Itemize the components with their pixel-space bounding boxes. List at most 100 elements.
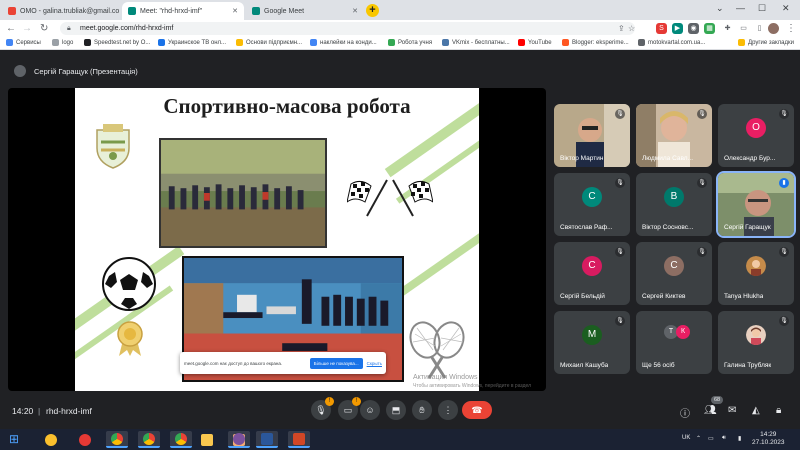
participant-tile[interactable]: В 🎙︎ Віктор Сосновс...: [636, 173, 712, 236]
cast-icon[interactable]: ▭: [738, 23, 749, 34]
bookmark-item[interactable]: наклейки на конди...: [310, 39, 377, 46]
more-options-button[interactable]: ⋮: [438, 400, 458, 420]
vk-icon: [442, 39, 449, 46]
bookmark-item[interactable]: YouTube: [518, 39, 552, 46]
participant-initial: О: [746, 118, 766, 138]
bookmark-item[interactable]: Основи підприємн...: [236, 39, 302, 46]
participant-tile[interactable]: С 🎙︎ Святослав Раф...: [554, 173, 630, 236]
muted-mic-icon: 🎙︎: [615, 109, 625, 119]
volume-icon[interactable]: 🔊︎: [722, 435, 726, 442]
bookmark-item[interactable]: motokvartal.com.ua...: [638, 39, 705, 46]
participant-tile[interactable]: 🎙︎ Людмила Савл...: [636, 104, 712, 167]
participant-tile[interactable]: 🎙︎ Віктор Мартин: [554, 104, 630, 167]
tray-arrow-icon[interactable]: ⌃: [696, 435, 701, 442]
lock-icon[interactable]: 🔒︎: [67, 22, 71, 35]
warning-badge-icon: !: [352, 397, 361, 406]
maximize-icon[interactable]: ☐: [758, 3, 766, 14]
present-screen-button[interactable]: ⬒: [386, 400, 406, 420]
participant-tile[interactable]: О 🎙︎ Олександр Бур...: [718, 104, 794, 167]
taskbar-app-explorer[interactable]: [196, 431, 218, 448]
host-controls-icon[interactable]: 🔒︎: [776, 405, 781, 416]
close-icon[interactable]: ✕: [228, 7, 238, 15]
taskbar-app-arrows[interactable]: [74, 431, 96, 448]
participant-tile[interactable]: М 🎙︎ Михаил Кашуба: [554, 311, 630, 374]
close-window-icon[interactable]: ✕: [782, 3, 790, 14]
tab-google-meet[interactable]: Google Meet ✕: [246, 2, 364, 20]
tab-gmail[interactable]: OMO - galina.trubliak@gmail.co ✕: [2, 2, 120, 20]
taskbar-app-chrome[interactable]: [170, 431, 192, 448]
windows-start-icon[interactable]: ⊞: [2, 431, 26, 448]
extension-meet-icon[interactable]: ▶: [672, 23, 683, 34]
taskbar-app-powerpoint[interactable]: [288, 431, 310, 448]
extension-adblock-icon[interactable]: S: [656, 23, 667, 34]
globe-icon: [52, 39, 59, 46]
bookmark-other[interactable]: Другие закладки: [738, 39, 794, 46]
participant-name: Сергій Гаращук: [724, 224, 771, 231]
people-icon[interactable]: 👥︎: [704, 405, 717, 416]
more-participants-label: Ще 56 осіб: [642, 362, 675, 369]
close-icon[interactable]: ✕: [119, 7, 120, 15]
profile-avatar[interactable]: [768, 23, 779, 34]
meet-control-bar: 14:20 | rhd-hrxd-imf 🎙︎! ▭! ☺ ⬒ ✋︎ ⋮ ☎︎ …: [0, 393, 800, 429]
screen-share-notice: meet.google.com нає доступ до вашого екр…: [180, 352, 386, 374]
bookmark-item[interactable]: Speedtest.net by O...: [84, 39, 150, 46]
bookmark-item[interactable]: logo: [52, 39, 73, 46]
raise-hand-button[interactable]: ✋︎: [412, 400, 432, 420]
puzzle-icon[interactable]: ✚: [722, 23, 733, 34]
participant-name: Михаил Кашуба: [560, 362, 609, 369]
bookmark-item[interactable]: Украинское ТВ онл...: [158, 39, 226, 46]
language-indicator[interactable]: UK: [682, 435, 690, 441]
taskbar-clock[interactable]: 14:29 27.10.2023: [752, 431, 785, 447]
extension-icon[interactable]: ◉: [688, 23, 699, 34]
emoji-reactions-button[interactable]: ☺: [360, 400, 380, 420]
chat-icon[interactable]: ✉︎: [728, 405, 736, 416]
browser-toolbar: ← → ↻ 🔒︎ meet.google.com/rhd-hrxd-imf ⇪ …: [0, 20, 800, 37]
address-bar[interactable]: 🔒︎ meet.google.com/rhd-hrxd-imf: [60, 22, 635, 35]
participant-tile[interactable]: С 🎙︎ Сергей Киктев: [636, 242, 712, 305]
participant-tile[interactable]: 🎙︎ Галина Трубляк: [718, 311, 794, 374]
share-notice-text: meet.google.com нає доступ до вашого екр…: [184, 360, 283, 366]
stop-share-button[interactable]: Скрыть: [367, 361, 382, 366]
new-tab-button[interactable]: +: [366, 4, 379, 17]
back-icon[interactable]: ←: [6, 22, 16, 35]
close-icon[interactable]: ✕: [348, 7, 358, 15]
microphone-button[interactable]: 🎙︎!: [311, 397, 334, 420]
taskbar-app-chrome[interactable]: [106, 431, 128, 448]
network-icon[interactable]: ▭: [708, 435, 714, 442]
hide-notice-button[interactable]: Більше не показува...: [309, 357, 363, 369]
participant-tile[interactable]: С 🎙︎ Сергій Бельдій: [554, 242, 630, 305]
share-icon[interactable]: ⇪: [618, 22, 625, 35]
meeting-info-icon[interactable]: ⓘ: [680, 405, 690, 420]
checkered-flags-icon: [347, 179, 433, 217]
taskbar-app-word[interactable]: [256, 431, 278, 448]
participant-tile[interactable]: 🎙︎ Tanya Hlukha: [718, 242, 794, 305]
presentation-stage[interactable]: Спортивно-масова робота meet.google.com …: [8, 88, 546, 391]
bookmark-item[interactable]: Blogger: eksperime...: [562, 39, 629, 46]
forward-icon[interactable]: →: [22, 22, 32, 35]
participant-tile-speaking[interactable]: ▮ Сергій Гаращук: [716, 171, 796, 238]
tab-search-icon[interactable]: ⌄: [716, 3, 724, 14]
extension-grid-icon[interactable]: ▦: [704, 23, 715, 34]
camera-button[interactable]: ▭!: [338, 397, 361, 420]
end-call-button[interactable]: ☎︎: [462, 401, 492, 419]
taskbar-app-viber[interactable]: [228, 431, 250, 448]
minimize-icon[interactable]: —: [736, 3, 745, 13]
taskbar-app-chrome[interactable]: [138, 431, 160, 448]
bookmark-item[interactable]: Сервисы: [6, 39, 41, 46]
tab-meet-active[interactable]: Meet: "rhd-hrxd-imf" ✕: [122, 2, 244, 20]
participant-name: Сергій Бельдій: [560, 293, 605, 300]
sidepanel-icon[interactable]: ▯: [754, 23, 765, 34]
battery-icon[interactable]: ▮: [738, 435, 741, 442]
bookmark-item[interactable]: Робота учня: [388, 39, 432, 46]
bookmark-star-icon[interactable]: ☆: [628, 22, 635, 35]
activities-icon[interactable]: ◭: [752, 405, 760, 416]
reload-icon[interactable]: ↻: [40, 22, 48, 35]
bookmark-item[interactable]: VKmix - бесплатны...: [442, 39, 510, 46]
muted-mic-icon: 🎙︎: [779, 109, 789, 119]
taskbar-app-sun[interactable]: [40, 431, 62, 448]
menu-kebab-icon[interactable]: ⋮: [786, 22, 796, 35]
tv-icon: [158, 39, 165, 46]
more-participants-tile[interactable]: Т К Ще 56 осіб: [636, 311, 712, 374]
moto-icon: [638, 39, 645, 46]
muted-mic-icon: 🎙︎: [779, 247, 789, 257]
